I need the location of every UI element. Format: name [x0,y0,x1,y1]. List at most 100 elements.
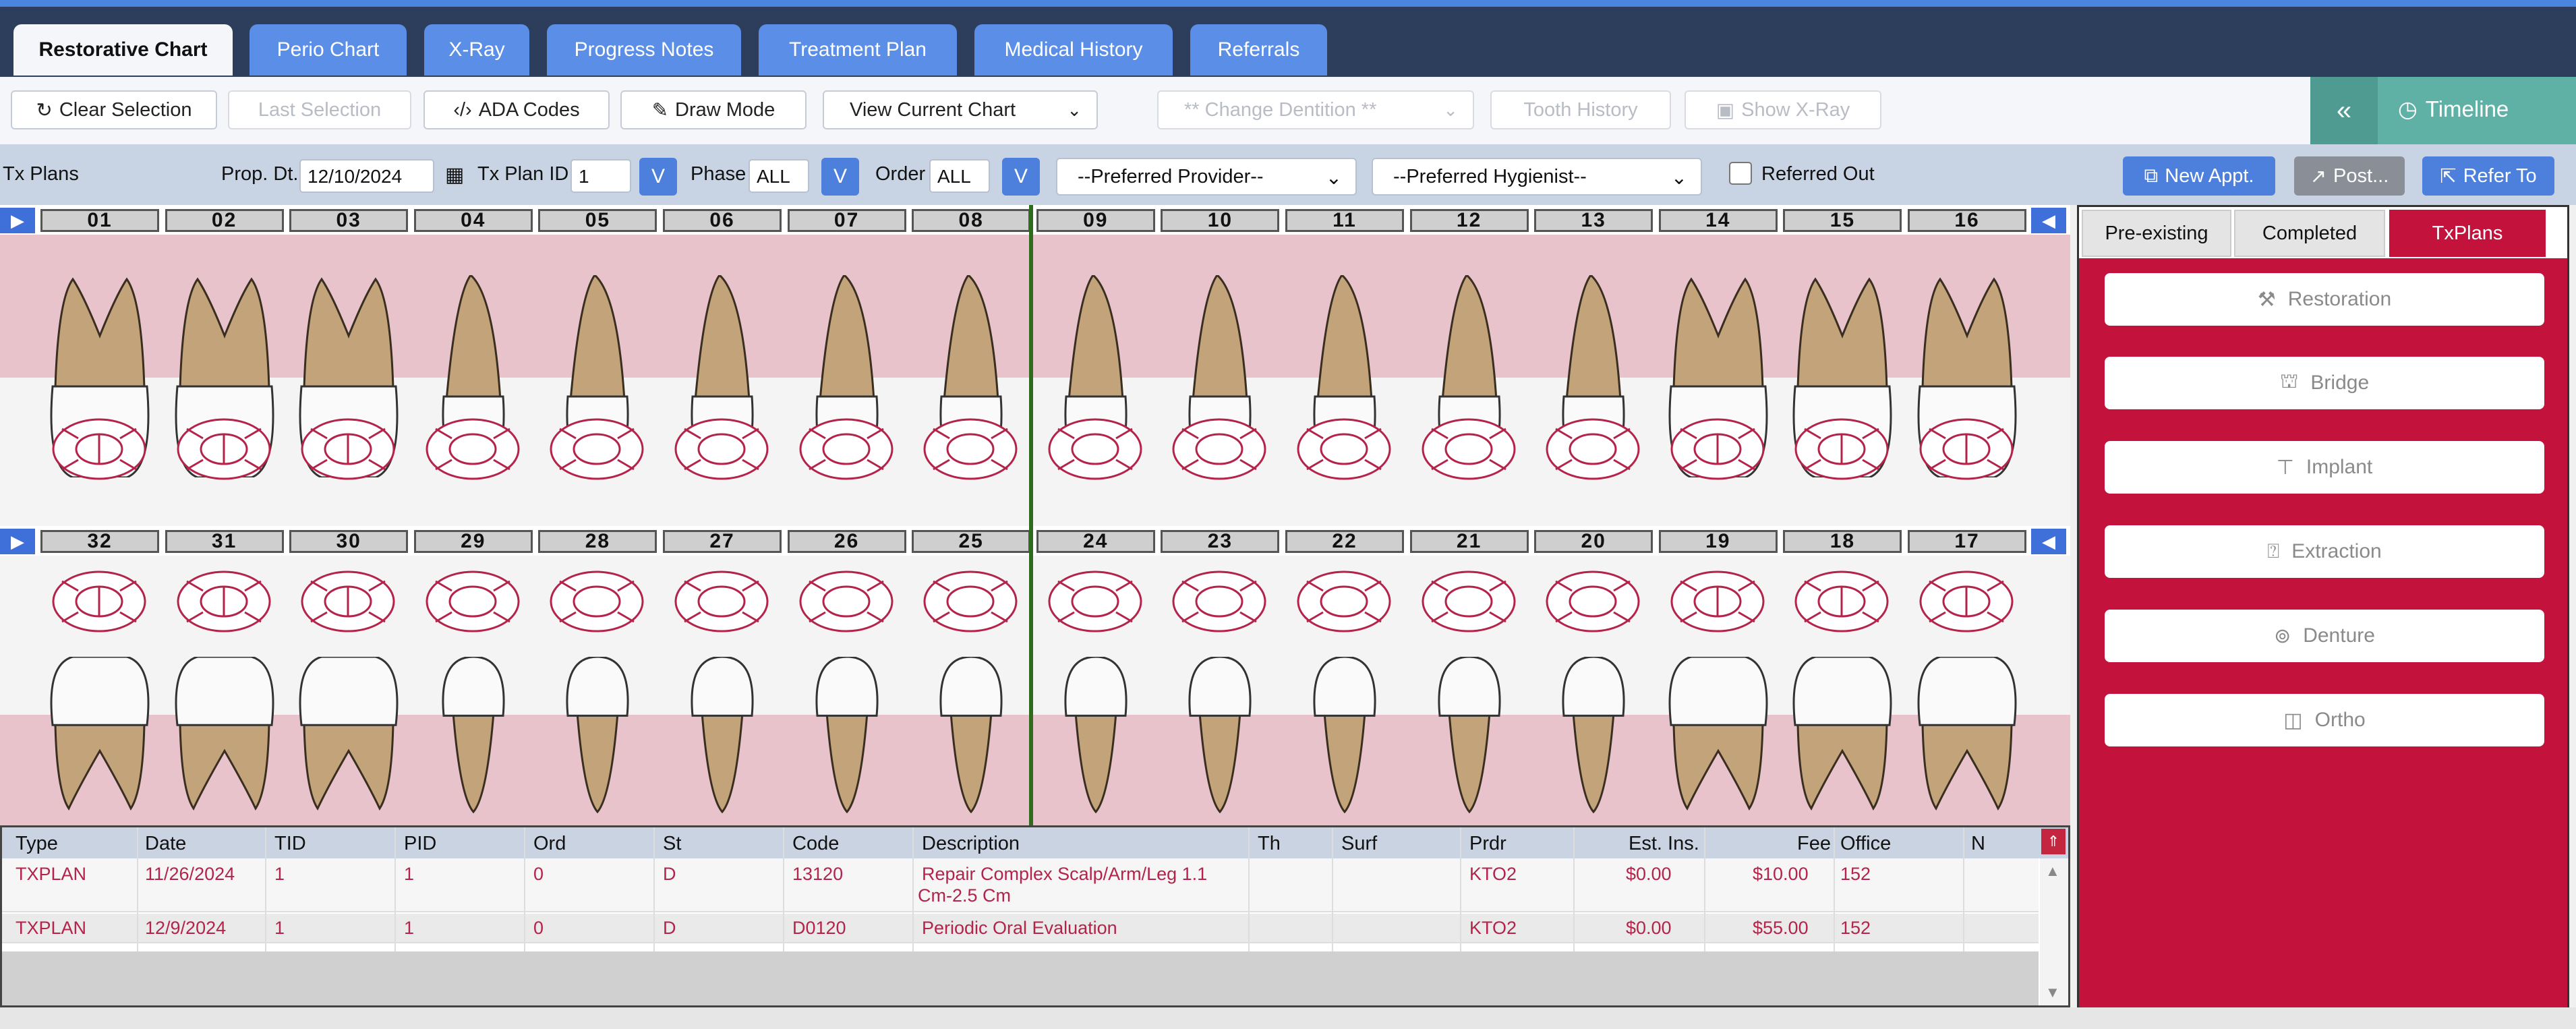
lower-tooth-number[interactable]: 19 [1658,530,1778,553]
occlusal-surface-icon[interactable] [49,568,150,635]
tab-restorative-chart[interactable]: Restorative Chart [13,24,233,76]
upper-tooth-number[interactable]: 04 [413,209,533,232]
timeline-button[interactable]: « ◷ Timeline [2310,77,2576,144]
order-input[interactable]: ALL [929,159,990,193]
upper-tooth-number[interactable]: 05 [538,209,657,232]
occlusal-surface-icon[interactable] [422,568,523,635]
upper-tooth-number[interactable]: 11 [1285,209,1404,232]
preferred-provider-select[interactable]: --Preferred Provider-- ⌄ [1056,158,1357,196]
scroll-up-icon[interactable]: ▲ [2045,862,2060,880]
occlusal-surface-icon[interactable] [671,568,772,635]
prop-date-input[interactable]: 12/10/2024 [299,159,434,193]
lower-tooth-icon[interactable] [668,657,776,825]
lower-tooth-number[interactable]: 29 [413,530,533,553]
show-xray-button[interactable]: ▣ Show X-Ray [1685,90,1881,129]
upper-tooth-number[interactable]: 06 [663,209,782,232]
upper-tooth-number[interactable]: 01 [40,209,159,232]
occlusal-surface-icon[interactable] [1418,415,1519,483]
upper-tooth-number[interactable]: 13 [1534,209,1653,232]
lower-tooth-number[interactable]: 30 [289,530,409,553]
occlusal-surface-icon[interactable] [920,415,1021,483]
occlusal-surface-icon[interactable] [1169,415,1270,483]
lower-molar-icon[interactable] [46,657,154,825]
collapse-icon[interactable]: « [2310,77,2378,144]
occlusal-surface-icon[interactable] [671,415,772,483]
occlusal-surface-icon[interactable] [546,415,647,483]
occlusal-surface-icon[interactable] [1542,568,1643,635]
ortho-button[interactable]: ◫ Ortho [2105,694,2544,746]
upper-tooth-number[interactable]: 14 [1658,209,1778,232]
col-fee[interactable]: Fee [1797,833,1831,855]
tab-perio-chart[interactable]: Perio Chart [250,24,407,76]
occlusal-surface-icon[interactable] [1916,415,2017,483]
play-right-icon[interactable]: ▶ [0,529,35,554]
occlusal-surface-icon[interactable] [297,415,399,483]
occlusal-surface-icon[interactable] [173,568,274,635]
occlusal-surface-icon[interactable] [49,415,150,483]
tooth-history-button[interactable]: Tooth History [1490,90,1671,129]
occlusal-surface-icon[interactable] [1667,415,1768,483]
col-n[interactable]: N [1971,833,1985,855]
occlusal-surface-icon[interactable] [796,415,897,483]
upper-tooth-number[interactable]: 15 [1783,209,1902,232]
upper-tooth-number[interactable]: 07 [787,209,906,232]
scroll-top-icon[interactable]: ⇑ [2041,829,2066,854]
occlusal-surface-icon[interactable] [1418,568,1519,635]
play-right-icon[interactable]: ▶ [0,208,35,233]
calendar-icon[interactable]: ▦ [445,163,464,187]
table-row[interactable]: TXPLAN 12/9/2024 1 1 0 D D0120 Periodic … [2,914,2039,943]
lower-tooth-number[interactable]: 26 [787,530,906,553]
tab-referrals[interactable]: Referrals [1190,24,1327,76]
occlusal-surface-icon[interactable] [422,415,523,483]
occlusal-surface-icon[interactable] [1169,568,1270,635]
tab-progress-notes[interactable]: Progress Notes [547,24,741,76]
occlusal-surface-icon[interactable] [173,415,274,483]
occlusal-surface-icon[interactable] [1667,568,1768,635]
lower-molar-icon[interactable] [1664,657,1772,825]
lower-tooth-number[interactable]: 18 [1783,530,1902,553]
tab-treatment-plan[interactable]: Treatment Plan [759,24,957,76]
col-prdr[interactable]: Prdr [1469,833,1506,855]
tab-medical-history[interactable]: Medical History [974,24,1173,76]
occlusal-surface-icon[interactable] [1542,415,1643,483]
lower-tooth-icon[interactable] [917,657,1025,825]
draw-mode-button[interactable]: ✎ Draw Mode [620,90,807,129]
col-est-ins[interactable]: Est. Ins. [1629,833,1699,855]
last-selection-button[interactable]: Last Selection [228,90,411,129]
post-button[interactable]: ↗ Post... [2294,156,2405,196]
col-office[interactable]: Office [1840,833,1891,855]
lower-tooth-number[interactable]: 28 [538,530,657,553]
lower-tooth-icon[interactable] [1540,657,1647,825]
col-tid[interactable]: TID [274,833,306,855]
upper-tooth-number[interactable]: 10 [1161,209,1280,232]
occlusal-surface-icon[interactable] [796,568,897,635]
lower-tooth-number[interactable]: 23 [1161,530,1280,553]
upper-tooth-number[interactable]: 12 [1409,209,1529,232]
lower-tooth-icon[interactable] [1291,657,1399,825]
lower-molar-icon[interactable] [1913,657,2021,825]
tab-xray[interactable]: X-Ray [424,24,529,76]
col-surf[interactable]: Surf [1341,833,1377,855]
plan-id-input[interactable]: 1 [570,159,631,193]
occlusal-surface-icon[interactable] [1045,415,1146,483]
upper-tooth-number[interactable]: 08 [912,209,1031,232]
occlusal-surface-icon[interactable] [1791,568,1892,635]
occlusal-surface-icon[interactable] [920,568,1021,635]
lower-tooth-number[interactable]: 32 [40,530,159,553]
upper-tooth-number[interactable]: 03 [289,209,409,232]
lower-molar-icon[interactable] [171,657,279,825]
lower-tooth-icon[interactable] [793,657,901,825]
col-th[interactable]: Th [1258,833,1281,855]
ada-codes-button[interactable]: ‹/› ADA Codes [423,90,610,129]
occlusal-surface-icon[interactable] [1916,568,2017,635]
play-left-icon[interactable]: ◀ [2031,208,2066,233]
view-chart-select[interactable]: View Current Chart ⌄ [823,90,1098,129]
lower-tooth-number[interactable]: 31 [165,530,284,553]
occlusal-surface-icon[interactable] [297,568,399,635]
tab-txplans[interactable]: TxPlans [2389,210,2546,257]
lower-tooth-number[interactable]: 21 [1409,530,1529,553]
col-ord[interactable]: Ord [533,833,566,855]
upper-tooth-number[interactable]: 16 [1908,209,2026,232]
order-v-button[interactable]: V [1002,158,1040,196]
col-st[interactable]: St [663,833,681,855]
